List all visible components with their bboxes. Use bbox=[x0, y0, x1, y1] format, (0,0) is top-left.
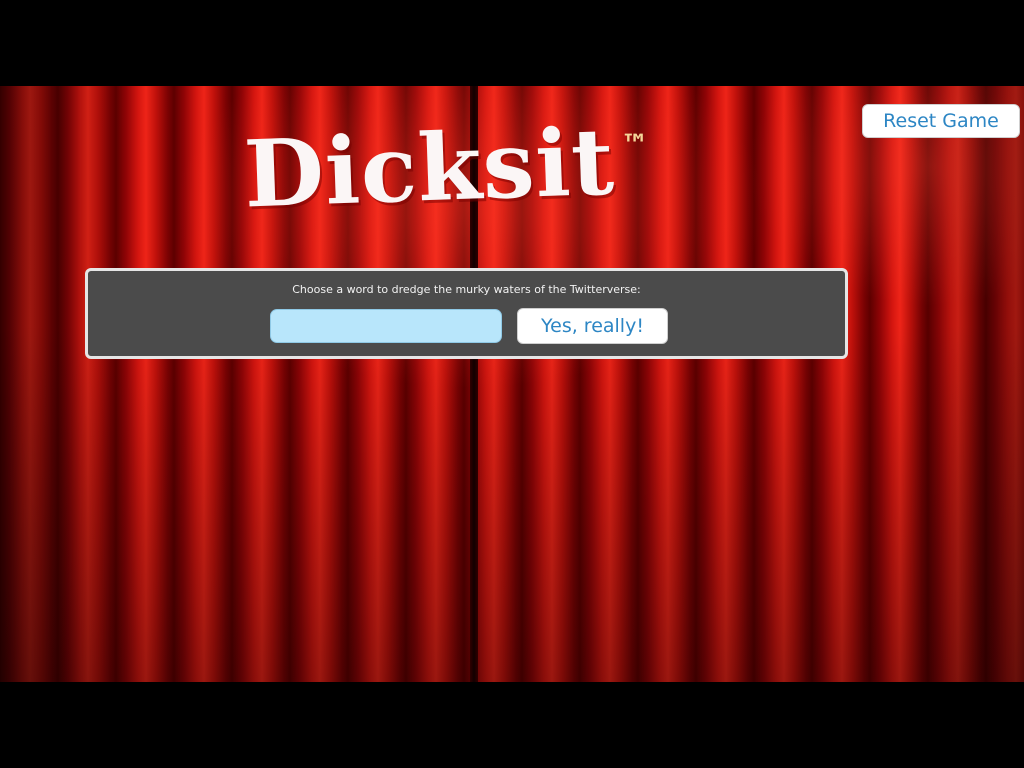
prompt-instruction: Choose a word to dredge the murky waters… bbox=[292, 283, 641, 296]
letterbox-top bbox=[0, 0, 1024, 86]
word-prompt-panel: Choose a word to dredge the murky waters… bbox=[85, 268, 848, 359]
reset-game-button[interactable]: Reset Game bbox=[862, 104, 1020, 138]
word-input[interactable] bbox=[270, 309, 502, 343]
game-logo: Dicksit ™ bbox=[242, 108, 649, 229]
submit-word-button[interactable]: Yes, really! bbox=[517, 308, 668, 344]
letterbox-bottom bbox=[0, 682, 1024, 768]
trademark-symbol: ™ bbox=[620, 128, 649, 161]
logo-text: Dicksit bbox=[242, 107, 617, 229]
